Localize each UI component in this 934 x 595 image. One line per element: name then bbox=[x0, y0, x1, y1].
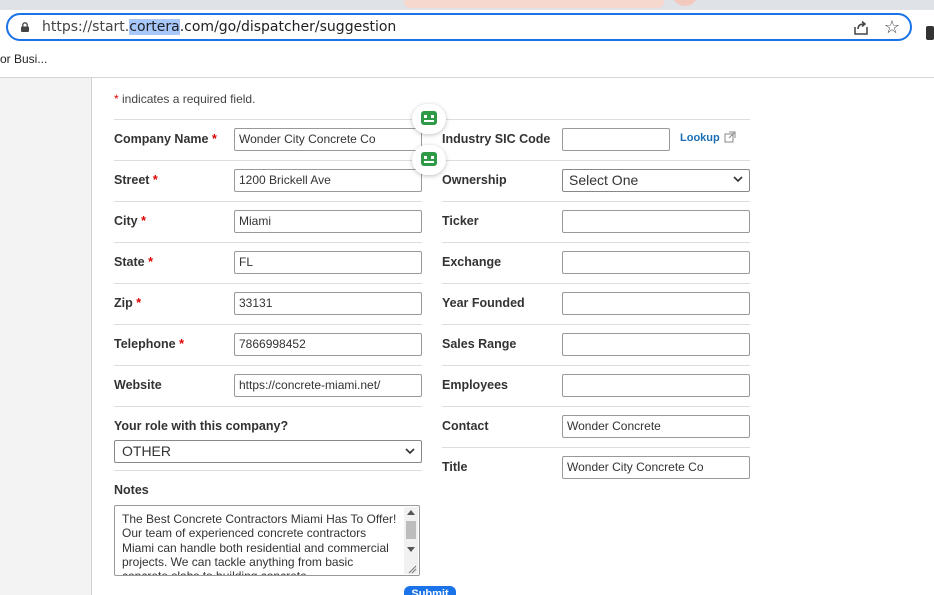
employees-field[interactable] bbox=[562, 374, 750, 397]
state-label: State * bbox=[114, 255, 153, 269]
active-tab[interactable] bbox=[404, 0, 664, 8]
url-suffix: .com/go/dispatcher/suggestion bbox=[179, 19, 397, 35]
browser-toolbar: https://start.cortera.com/go/dispatcher/… bbox=[0, 10, 934, 46]
year-founded-row: Year Founded bbox=[442, 283, 750, 324]
city-label: City * bbox=[114, 214, 146, 228]
contact-label: Contact bbox=[442, 419, 489, 433]
street-row: Street * 1200 Brickell Ave bbox=[114, 160, 422, 201]
required-field-note: * indicates a required field. bbox=[114, 92, 255, 106]
year-founded-field[interactable] bbox=[562, 292, 750, 315]
title-row: Title Wonder City Concrete Co bbox=[442, 447, 750, 488]
website-label: Website bbox=[114, 378, 162, 392]
website-row: Website https://concrete-miami.net/ bbox=[114, 365, 422, 406]
resize-grip-icon[interactable] bbox=[407, 564, 417, 574]
telephone-field[interactable]: 7866998452 bbox=[234, 333, 422, 356]
scroll-up-arrow-icon[interactable] bbox=[407, 510, 415, 515]
notes-text: The Best Concrete Contractors Miami Has … bbox=[122, 512, 397, 575]
notes-textarea[interactable]: The Best Concrete Contractors Miami Has … bbox=[114, 505, 420, 576]
left-gutter bbox=[0, 78, 92, 595]
ownership-select-value: Select One bbox=[569, 172, 639, 188]
address-bar[interactable]: https://start.cortera.com/go/dispatcher/… bbox=[6, 13, 912, 41]
title-label: Title bbox=[442, 460, 468, 474]
state-row: State * FL bbox=[114, 242, 422, 283]
tab-strip bbox=[0, 0, 934, 10]
chevron-down-icon bbox=[405, 448, 415, 455]
autofill-robot-icon[interactable] bbox=[412, 104, 446, 134]
website-field[interactable]: https://concrete-miami.net/ bbox=[234, 374, 422, 397]
bookmark-star-icon[interactable]: ☆ bbox=[884, 18, 900, 36]
exchange-label: Exchange bbox=[442, 255, 502, 269]
state-field[interactable]: FL bbox=[234, 251, 422, 274]
url-prefix: https://start. bbox=[42, 19, 130, 35]
role-label: Your role with this company? bbox=[114, 419, 289, 433]
role-select[interactable]: OTHER bbox=[114, 440, 422, 463]
telephone-label: Telephone * bbox=[114, 337, 184, 351]
zip-field[interactable]: 33131 bbox=[234, 292, 422, 315]
zip-label: Zip * bbox=[114, 296, 142, 310]
role-select-value: OTHER bbox=[122, 443, 171, 459]
ticker-field[interactable] bbox=[562, 210, 750, 233]
telephone-row: Telephone * 7866998452 bbox=[114, 324, 422, 365]
page-content: * indicates a required field. Company Na… bbox=[0, 78, 934, 595]
notes-row: Notes The Best Concrete Contractors Miam… bbox=[114, 470, 422, 595]
ownership-label: Ownership bbox=[442, 173, 507, 187]
title-field[interactable]: Wonder City Concrete Co bbox=[562, 456, 750, 479]
contact-field[interactable]: Wonder Concrete bbox=[562, 415, 750, 438]
company-name-label: Company Name * bbox=[114, 132, 217, 146]
year-founded-label: Year Founded bbox=[442, 296, 525, 310]
industry-sic-field[interactable] bbox=[562, 128, 670, 151]
tab-favicon bbox=[672, 0, 698, 6]
street-label: Street * bbox=[114, 173, 158, 187]
autofill-robot-icon[interactable] bbox=[412, 145, 446, 175]
street-field[interactable]: 1200 Brickell Ave bbox=[234, 169, 422, 192]
exchange-field[interactable] bbox=[562, 251, 750, 274]
url-highlight: cortera bbox=[129, 19, 180, 35]
ownership-row: Ownership Select One bbox=[442, 160, 750, 201]
extension-icon[interactable] bbox=[926, 26, 934, 40]
sales-range-label: Sales Range bbox=[442, 337, 517, 351]
ticker-row: Ticker bbox=[442, 201, 750, 242]
industry-sic-label: Industry SIC Code bbox=[442, 132, 551, 146]
bookmarks-bar: or Busi... bbox=[0, 46, 934, 78]
url-text[interactable]: https://start.cortera.com/go/dispatcher/… bbox=[42, 19, 396, 35]
zip-row: Zip * 33131 bbox=[114, 283, 422, 324]
company-name-row: Company Name * Wonder City Concrete Co bbox=[114, 119, 422, 160]
city-row: City * Miami bbox=[114, 201, 422, 242]
contact-row: Contact Wonder Concrete bbox=[442, 406, 750, 447]
city-field[interactable]: Miami bbox=[234, 210, 422, 233]
scroll-down-arrow-icon[interactable] bbox=[407, 547, 415, 552]
lock-icon bbox=[21, 22, 29, 32]
role-row: Your role with this company? OTHER bbox=[114, 406, 422, 470]
share-icon[interactable] bbox=[852, 19, 870, 37]
scroll-thumb[interactable] bbox=[406, 521, 416, 539]
industry-sic-row: Industry SIC Code Lookup bbox=[442, 119, 750, 160]
chevron-down-icon bbox=[733, 176, 743, 183]
lookup-link[interactable]: Lookup bbox=[680, 132, 720, 144]
sales-range-field[interactable] bbox=[562, 333, 750, 356]
notes-label: Notes bbox=[114, 483, 149, 497]
ownership-select[interactable]: Select One bbox=[562, 169, 750, 192]
exchange-row: Exchange bbox=[442, 242, 750, 283]
sales-range-row: Sales Range bbox=[442, 324, 750, 365]
company-name-field[interactable]: Wonder City Concrete Co bbox=[234, 128, 422, 151]
required-marker: * bbox=[114, 92, 119, 106]
ticker-label: Ticker bbox=[442, 214, 479, 228]
employees-row: Employees bbox=[442, 365, 750, 406]
external-link-icon[interactable] bbox=[724, 131, 736, 143]
required-note-text: indicates a required field. bbox=[122, 92, 256, 106]
bookmark-item[interactable]: or Busi... bbox=[0, 52, 47, 66]
employees-label: Employees bbox=[442, 378, 509, 392]
submit-button[interactable]: Submit bbox=[404, 586, 456, 595]
